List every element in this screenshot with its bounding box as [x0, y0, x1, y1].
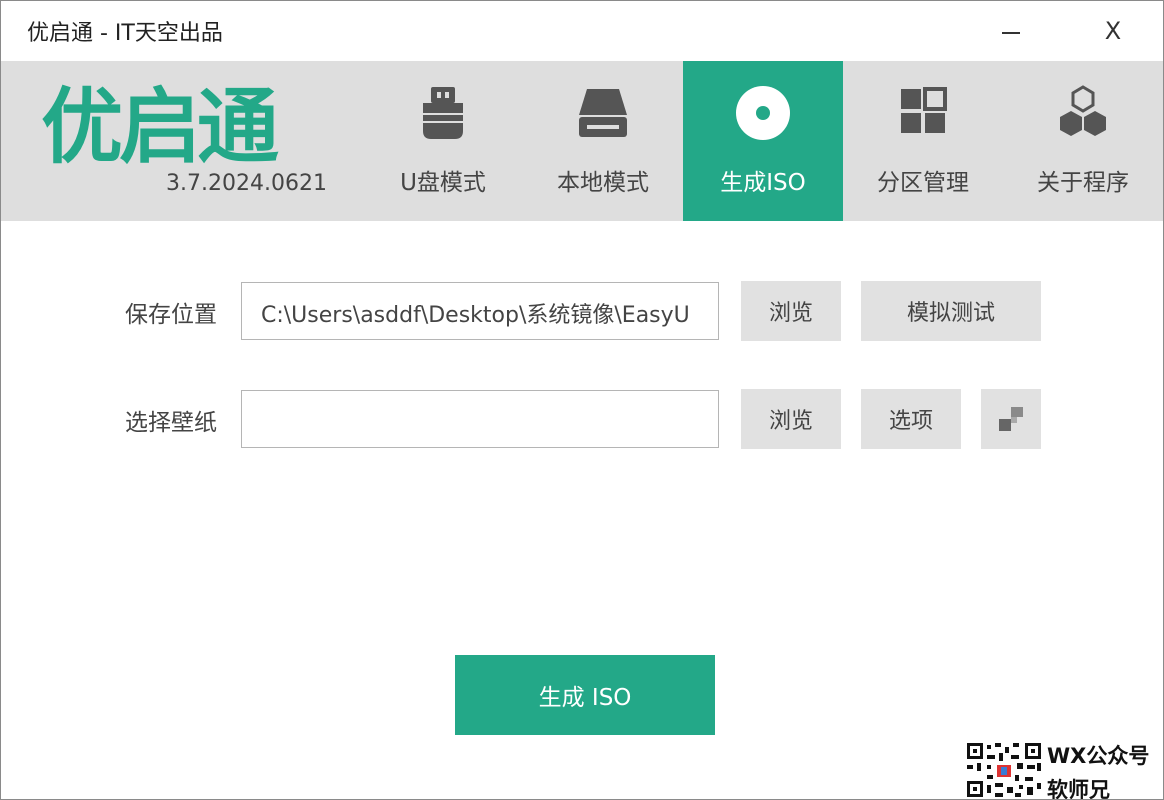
tab-label: 本地模式	[557, 170, 649, 196]
simulate-test-button[interactable]: 模拟测试	[861, 281, 1041, 341]
browse-wallpaper-button[interactable]: 浏览	[741, 389, 841, 449]
wallpaper-extra-button[interactable]	[981, 389, 1041, 449]
hard-drive-icon	[579, 89, 627, 137]
save-location-value: C:\Users\asddf\Desktop\系统镜像\EasyU	[261, 303, 690, 328]
title-bar: 优启通 - IT天空出品 X	[1, 1, 1163, 61]
window-title: 优启通 - IT天空出品	[27, 21, 223, 46]
usb-drive-icon	[423, 87, 463, 139]
watermark-line1: WX公众号	[1047, 744, 1150, 768]
save-location-input[interactable]: C:\Users\asddf\Desktop\系统镜像\EasyU	[241, 282, 719, 340]
tab-usb-mode[interactable]: U盘模式	[363, 61, 523, 221]
checker-icon	[999, 407, 1023, 431]
disc-icon	[736, 86, 790, 140]
tab-label: U盘模式	[400, 170, 486, 196]
tab-label: 关于程序	[1037, 170, 1129, 196]
hexagons-icon	[1060, 85, 1106, 136]
tab-local-mode[interactable]: 本地模式	[523, 61, 683, 221]
qr-code-icon	[965, 741, 1043, 799]
browse-save-button[interactable]: 浏览	[741, 281, 841, 341]
tab-label: 生成ISO	[720, 170, 806, 196]
minimize-icon	[1002, 32, 1020, 34]
wallpaper-label: 选择壁纸	[125, 410, 217, 436]
options-button[interactable]: 选项	[861, 389, 961, 449]
minimize-button[interactable]	[981, 1, 1041, 61]
wallpaper-input[interactable]	[241, 390, 719, 448]
tab-partition-manager[interactable]: 分区管理	[843, 61, 1003, 221]
version-label: 3.7.2024.0621	[166, 171, 327, 196]
tab-generate-iso[interactable]: 生成ISO	[683, 61, 843, 221]
app-window: 优启通 - IT天空出品 X 优启通 3.7.2024.0621 U盘模式 本地…	[0, 0, 1164, 800]
save-location-label: 保存位置	[125, 302, 217, 328]
app-logo: 优启通	[41, 80, 279, 175]
watermark-line2: 软师兄	[1047, 778, 1110, 800]
tab-about[interactable]: 关于程序	[1003, 61, 1163, 221]
close-button[interactable]: X	[1083, 1, 1143, 61]
generate-iso-button[interactable]: 生成 ISO	[455, 655, 715, 735]
header-band: 优启通 3.7.2024.0621 U盘模式 本地模式 生成ISO 分区管理 关…	[1, 61, 1163, 221]
tab-label: 分区管理	[877, 170, 969, 196]
partition-grid-icon	[901, 87, 947, 133]
